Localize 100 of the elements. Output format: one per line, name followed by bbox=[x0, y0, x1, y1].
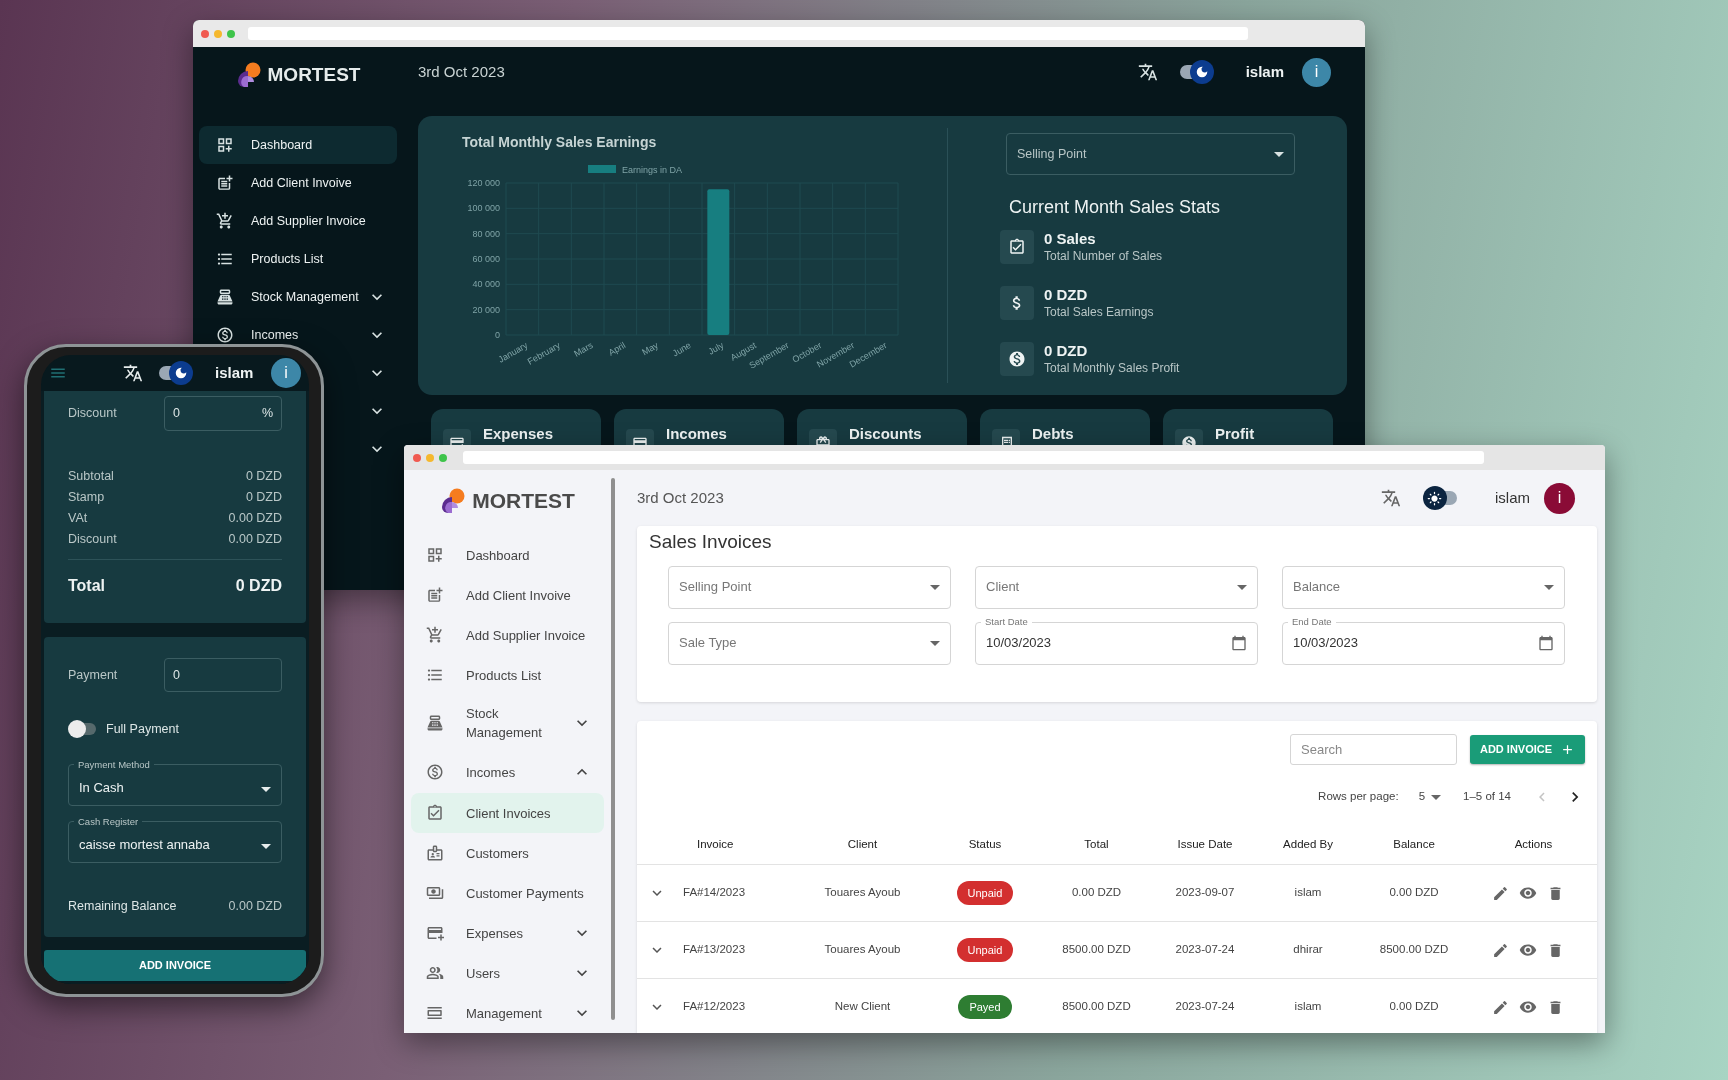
date-label: 3rd Oct 2023 bbox=[418, 61, 505, 82]
dropdown-arrow-icon bbox=[930, 584, 940, 590]
status-badge: Unpaid bbox=[956, 938, 1014, 962]
sidebar-item[interactable]: Expenses bbox=[411, 913, 604, 953]
sidebar-item[interactable]: Management bbox=[411, 993, 604, 1033]
sidebar-item[interactable]: Dashboard bbox=[199, 126, 397, 164]
clipboard-check-icon bbox=[426, 804, 444, 822]
add-to-cart-icon bbox=[426, 626, 444, 644]
dropdown-arrow-icon bbox=[1544, 584, 1554, 590]
select-field[interactable]: Selling Point bbox=[1006, 133, 1295, 175]
sidebar-item[interactable]: Add Supplier Invoice bbox=[411, 615, 604, 655]
table-cell-text: 2023-07-24 bbox=[1175, 999, 1235, 1015]
add-document-icon bbox=[426, 586, 444, 604]
dropdown-arrow-icon bbox=[261, 844, 271, 849]
edit-icon[interactable] bbox=[1491, 998, 1509, 1016]
axis-tick-label: May bbox=[640, 340, 660, 358]
column-header: Total bbox=[1084, 837, 1109, 853]
dollar-coin-icon bbox=[426, 763, 444, 781]
rows-per-page-select[interactable]: 5 bbox=[1418, 788, 1442, 806]
sidebar-item[interactable]: Add Client Invoive bbox=[411, 575, 604, 615]
column-header: Issue Date bbox=[1177, 837, 1233, 853]
column-header: Balance bbox=[1393, 837, 1435, 853]
rows-per-page-label: Rows per page: bbox=[1318, 789, 1399, 805]
summary-label: VAt bbox=[68, 509, 88, 527]
table-cell-text: FA#14/2023 bbox=[682, 885, 747, 901]
legend-swatch bbox=[588, 165, 616, 173]
table-cell-text: FA#12/2023 bbox=[682, 999, 747, 1015]
table-cell-text: 8500.00 DZD bbox=[1062, 942, 1131, 958]
sidebar-item[interactable]: Add Client Invoive bbox=[251, 173, 352, 193]
table-cell-text: islam bbox=[1294, 999, 1322, 1015]
app-logo-text: MORTEST bbox=[267, 62, 361, 87]
full-payment-switch[interactable] bbox=[68, 719, 98, 739]
eye-icon[interactable] bbox=[1518, 941, 1537, 959]
sidebar-item[interactable]: Incomes bbox=[251, 325, 299, 345]
edit-icon[interactable] bbox=[1491, 884, 1509, 902]
eye-icon[interactable] bbox=[1518, 998, 1537, 1016]
dollar-coin-icon bbox=[216, 326, 234, 344]
balance-label: Remaining Balance bbox=[68, 898, 177, 915]
table-cell-text: dhirar bbox=[1293, 942, 1323, 958]
users-icon bbox=[426, 964, 444, 982]
status-badge: Unpaid bbox=[956, 881, 1014, 905]
panel-title: Total Monthly Sales Earnings bbox=[462, 133, 658, 152]
sidebar-item[interactable]: Stock Management bbox=[251, 287, 359, 307]
card-title: Incomes bbox=[666, 424, 727, 444]
scrollbar[interactable] bbox=[611, 478, 615, 1020]
sidebar-item[interactable]: Incomes bbox=[411, 751, 604, 793]
axis-tick-label: 40 000 bbox=[472, 279, 500, 290]
table-cell-text: islam bbox=[1294, 885, 1322, 901]
summary-label: Subtotal bbox=[68, 467, 114, 485]
table-cell-text: FA#13/2023 bbox=[682, 942, 747, 958]
summary-value: 0.00 DZD bbox=[228, 509, 282, 527]
sidebar-item[interactable]: Products List bbox=[251, 249, 324, 269]
page-range: 1–5 of 14 bbox=[1463, 789, 1511, 805]
sidebar-item[interactable]: Customers bbox=[411, 833, 604, 873]
user-avatar[interactable]: i bbox=[1544, 482, 1575, 514]
card-title: Profit bbox=[1215, 424, 1255, 444]
panel-icon bbox=[426, 1004, 444, 1022]
dropdown-arrow-icon bbox=[1237, 584, 1247, 590]
sidebar-item[interactable]: Stock Management bbox=[411, 695, 604, 751]
axis-tick-label: April bbox=[606, 340, 628, 358]
discount-field[interactable]: 0 % bbox=[164, 395, 282, 431]
summary-label: Discount bbox=[68, 530, 117, 548]
card-title: Debts bbox=[1032, 424, 1074, 444]
sidebar-item[interactable]: Dashboard bbox=[411, 535, 604, 575]
page-title: Sales Invoices bbox=[649, 530, 773, 554]
axis-tick-label: 0 bbox=[495, 330, 500, 340]
total-label: Total bbox=[68, 576, 106, 596]
status-badge: Payed bbox=[958, 995, 1012, 1019]
column-header: Status bbox=[968, 837, 1002, 853]
add-invoice-button[interactable]: ADD INVOICE bbox=[44, 950, 306, 981]
search-field[interactable]: Search bbox=[1290, 734, 1457, 765]
axis-tick-label: 80 000 bbox=[472, 228, 500, 239]
table-cell-text: 2023-09-07 bbox=[1175, 885, 1235, 901]
moon-icon bbox=[174, 366, 188, 380]
balance-value: 0.00 DZD bbox=[228, 898, 282, 915]
sidebar-item[interactable]: Products List bbox=[411, 655, 604, 695]
banknote-icon bbox=[426, 884, 444, 902]
sidebar-item[interactable]: Client Invoices bbox=[411, 793, 604, 833]
payment-field[interactable]: 0 bbox=[164, 658, 282, 692]
user-name: islam bbox=[1245, 61, 1284, 82]
calendar-icon[interactable] bbox=[1231, 635, 1247, 651]
table-cell-text: Touares Ayoub bbox=[824, 885, 901, 901]
user-avatar[interactable]: i bbox=[271, 358, 301, 388]
user-avatar[interactable]: i bbox=[1302, 57, 1331, 87]
sidebar-item[interactable]: Users bbox=[411, 953, 604, 993]
summary-label: Stamp bbox=[68, 488, 105, 506]
dropdown-arrow-icon bbox=[261, 787, 271, 792]
sidebar-item[interactable]: Customer Payments bbox=[411, 873, 604, 913]
translate-icon[interactable] bbox=[123, 363, 143, 383]
summary-value: 0.00 DZD bbox=[228, 530, 282, 548]
field-label: Payment bbox=[68, 666, 119, 684]
edit-icon[interactable] bbox=[1491, 941, 1509, 959]
translate-icon[interactable] bbox=[1137, 62, 1158, 82]
eye-icon[interactable] bbox=[1518, 884, 1537, 902]
calendar-icon[interactable] bbox=[1538, 635, 1554, 651]
card-title: Discounts bbox=[849, 424, 922, 444]
dropdown-arrow-icon bbox=[930, 640, 940, 646]
sidebar-item[interactable]: Add Supplier Invoice bbox=[251, 211, 366, 231]
id-badge-icon bbox=[426, 844, 444, 862]
stat-value: 0 DZD bbox=[1044, 341, 1089, 361]
